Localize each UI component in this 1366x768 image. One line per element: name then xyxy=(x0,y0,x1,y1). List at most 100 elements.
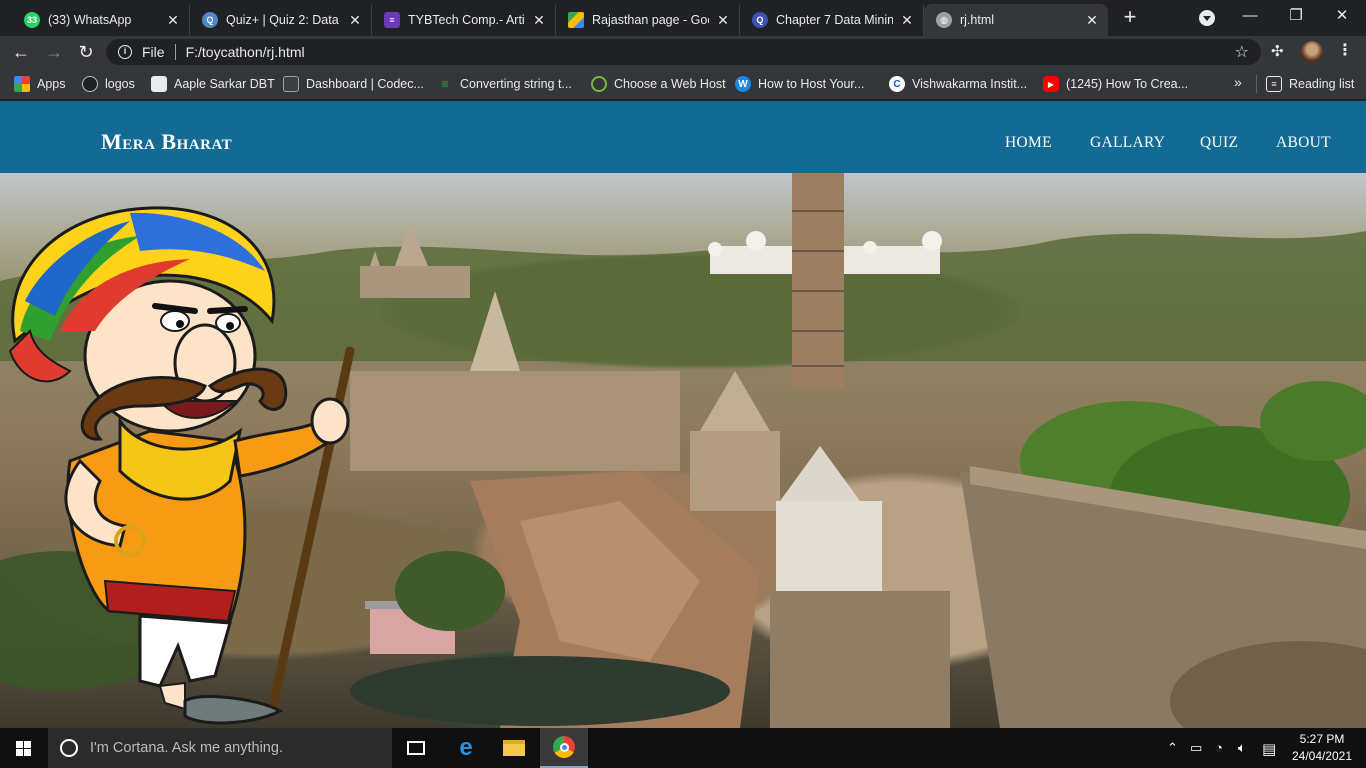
browser-toolbar: ← → ↻ i File F:/toycathon/rj.html ☆ xyxy=(0,36,1366,68)
forward-arrow-icon[interactable]: → xyxy=(42,40,66,64)
window-close-icon[interactable]: ✕ xyxy=(1327,6,1357,26)
profile-avatar[interactable] xyxy=(1301,41,1323,63)
url-text[interactable]: F:/toycathon/rj.html xyxy=(186,44,305,60)
quiz-icon: Q xyxy=(202,12,218,28)
bookmark-logos[interactable]: logos xyxy=(82,75,135,93)
tab-chapter7[interactable]: Q Chapter 7 Data Mining ✕ xyxy=(740,4,924,36)
close-icon[interactable]: ✕ xyxy=(715,12,731,29)
close-icon[interactable]: ✕ xyxy=(347,12,363,29)
menu-kebab-icon[interactable]: ⋮ xyxy=(1337,40,1353,60)
clock-date: 24/04/2021 xyxy=(1291,749,1353,763)
bookmark-aaple-sarkar[interactable]: Aaple Sarkar DBT xyxy=(151,75,275,93)
bookmark-apps[interactable]: Apps xyxy=(14,75,66,93)
scheme-label: File xyxy=(142,44,165,60)
bookmark-vishwakarma[interactable]: C Vishwakarma Instit... xyxy=(889,75,1027,93)
tab-whatsapp[interactable]: 33 (33) WhatsApp ✕ xyxy=(12,4,190,36)
tab-title: rj.html xyxy=(960,13,995,27)
bookmark-host-your[interactable]: W How to Host Your... xyxy=(735,75,864,93)
clock-time: 5:27 PM xyxy=(1299,732,1345,746)
folder-icon xyxy=(503,740,525,756)
taskbar-clock[interactable]: 5:27 PM 24/04/2021 xyxy=(1286,731,1358,765)
restore-icon[interactable]: ❐ xyxy=(1281,6,1311,26)
drive-icon xyxy=(568,12,584,28)
site-brand-logo[interactable]: Mera Bharat xyxy=(101,129,232,155)
taskbar-file-explorer-app[interactable] xyxy=(490,728,538,768)
bookmark-label: (1245) How To Crea... xyxy=(1066,77,1189,91)
globe-icon: ◍ xyxy=(936,12,952,28)
bookmark-label: Converting string t... xyxy=(460,77,572,91)
new-tab-button[interactable]: + xyxy=(1118,6,1142,30)
tab-forms[interactable]: ≡ TYBTech Comp.- Artific ✕ xyxy=(372,4,556,36)
reading-list-button[interactable]: ≡ Reading list xyxy=(1266,75,1354,93)
w-icon: W xyxy=(735,76,751,92)
windows-taskbar: I'm Cortana. Ask me anything. e ⌃ ▭ ◔ 🔈︎… xyxy=(0,728,1366,768)
nav-gallary-link[interactable]: GALLARY xyxy=(1090,134,1165,152)
search-q-icon: Q xyxy=(752,12,768,28)
reading-list-icon: ≡ xyxy=(1266,76,1282,92)
close-icon[interactable]: ✕ xyxy=(165,12,181,29)
reload-icon[interactable]: ↻ xyxy=(74,40,98,64)
tab-title: Rajasthan page - Goog xyxy=(592,13,709,27)
close-icon[interactable]: ✕ xyxy=(1084,12,1100,29)
bookmark-star-icon[interactable]: ☆ xyxy=(1235,42,1249,62)
tab-title: Chapter 7 Data Mining xyxy=(776,13,893,27)
close-icon[interactable]: ✕ xyxy=(899,12,915,29)
address-divider xyxy=(174,44,176,60)
taskbar-chrome-app[interactable] xyxy=(540,728,588,768)
taskbar-edge-app[interactable]: e xyxy=(442,728,490,768)
windows-start-button[interactable] xyxy=(0,728,48,768)
bookmark-label: logos xyxy=(105,77,135,91)
address-bar[interactable]: i File F:/toycathon/rj.html ☆ xyxy=(106,39,1261,65)
wifi-icon[interactable]: ◔ xyxy=(1215,740,1223,755)
forms-icon: ≡ xyxy=(384,12,400,28)
tab-strip: 33 (33) WhatsApp ✕ Q Quiz+ | Quiz 2: Dat… xyxy=(0,0,1366,36)
tab-title: Quiz+ | Quiz 2: Data M xyxy=(226,13,341,27)
codec-icon xyxy=(283,76,299,92)
bookmark-web-host[interactable]: Choose a Web Host xyxy=(591,75,726,93)
nav-quiz-link[interactable]: QUIZ xyxy=(1200,134,1238,152)
bookmark-converting-string[interactable]: ≋ Converting string t... xyxy=(437,75,572,93)
whatsapp-icon: 33 xyxy=(24,12,40,28)
bookmark-codec[interactable]: Dashboard | Codec... xyxy=(283,75,424,93)
c-icon: C xyxy=(889,76,905,92)
bookmark-label: Choose a Web Host xyxy=(614,77,726,91)
minimize-icon[interactable]: — xyxy=(1235,6,1265,26)
reading-list-label: Reading list xyxy=(1289,77,1355,91)
bookmark-youtube[interactable]: ▶ (1245) How To Crea... xyxy=(1043,75,1188,93)
nav-home-link[interactable]: HOME xyxy=(1005,134,1052,152)
volume-icon[interactable]: 🔈︎ xyxy=(1238,740,1246,756)
close-icon[interactable]: ✕ xyxy=(531,12,547,29)
apps-grid-icon xyxy=(14,76,30,92)
nav-about-link[interactable]: ABOUT xyxy=(1276,134,1331,152)
bookmark-divider xyxy=(1256,75,1257,93)
document-icon xyxy=(151,76,167,92)
bookmarks-bar: Apps logos Aaple Sarkar DBT Dashboard | … xyxy=(0,68,1366,100)
bookmark-label: Aaple Sarkar DBT xyxy=(174,77,275,91)
edge-icon: e xyxy=(459,734,473,761)
chrome-icon xyxy=(553,736,575,758)
chevron-right-icon[interactable]: » xyxy=(1234,74,1242,90)
tab-drive[interactable]: Rajasthan page - Goog ✕ xyxy=(556,4,740,36)
battery-icon[interactable]: ▭ xyxy=(1190,740,1202,756)
bookmark-label: Dashboard | Codec... xyxy=(306,77,424,91)
tab-search-icon[interactable] xyxy=(1199,10,1215,26)
info-icon[interactable]: i xyxy=(118,45,132,59)
tab-title: (33) WhatsApp xyxy=(48,13,132,27)
cortana-placeholder: I'm Cortana. Ask me anything. xyxy=(90,740,283,756)
extensions-puzzle-icon[interactable]: ✣ xyxy=(1271,42,1284,60)
back-arrow-icon[interactable]: ← xyxy=(9,40,33,64)
webhost-icon xyxy=(591,76,607,92)
bookmark-label: Vishwakarma Instit... xyxy=(912,77,1028,91)
tab-title: TYBTech Comp.- Artific xyxy=(408,13,525,27)
task-view-button[interactable] xyxy=(392,728,440,768)
task-view-icon xyxy=(407,741,425,755)
tab-quiz[interactable]: Q Quiz+ | Quiz 2: Data M ✕ xyxy=(190,4,372,36)
tab-rj-html[interactable]: ◍ rj.html ✕ xyxy=(924,4,1108,36)
youtube-icon: ▶ xyxy=(1043,76,1059,92)
chevron-up-icon[interactable]: ⌃ xyxy=(1167,740,1178,756)
logo-icon xyxy=(82,76,98,92)
site-navbar: Mera Bharat HOME GALLARY QUIZ ABOUT xyxy=(0,101,1366,173)
cortana-search-box[interactable]: I'm Cortana. Ask me anything. xyxy=(48,728,392,768)
notification-icon[interactable]: ▤ xyxy=(1262,740,1276,758)
bookmark-label: How to Host Your... xyxy=(758,77,865,91)
